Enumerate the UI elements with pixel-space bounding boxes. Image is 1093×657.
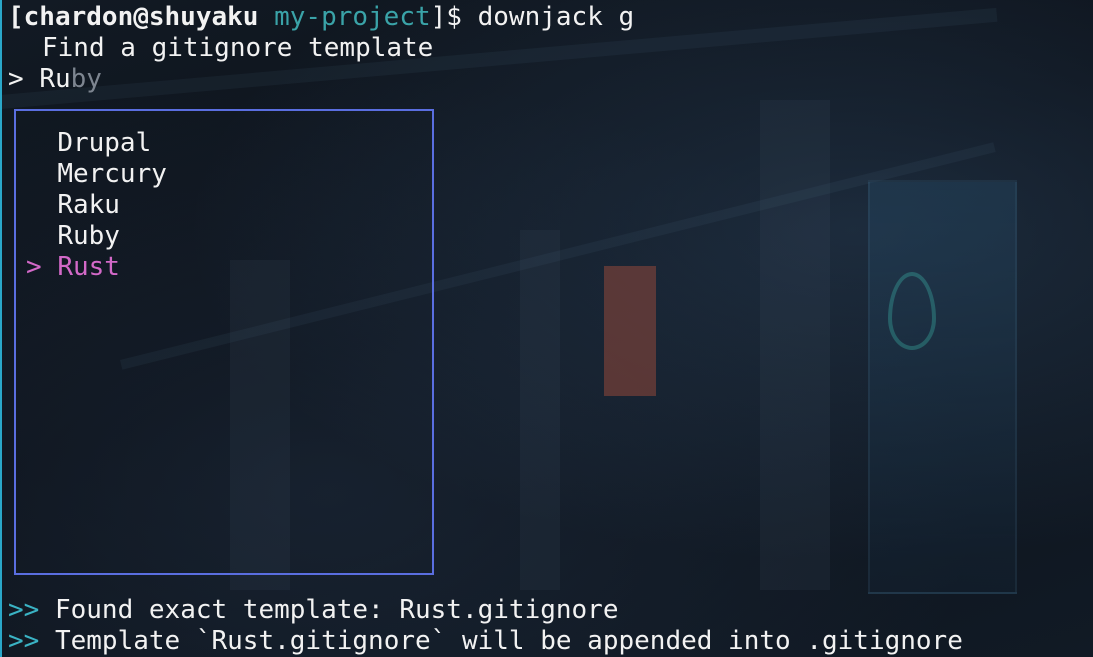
list-item-selected[interactable]: > Rust bbox=[26, 252, 120, 283]
output-prefix: >> bbox=[8, 595, 40, 625]
list-item[interactable]: Ruby bbox=[26, 221, 120, 252]
prompt-command: downjack g bbox=[477, 2, 635, 32]
query-typed-text: Ru bbox=[39, 64, 71, 94]
prompt-user-host: [chardon@shuyaku bbox=[8, 2, 259, 32]
prompt-suffix: ]$ bbox=[430, 2, 478, 32]
list-item[interactable]: Drupal bbox=[26, 128, 151, 159]
list-item[interactable]: Mercury bbox=[26, 159, 167, 190]
selected-marker: > bbox=[26, 252, 42, 282]
query-marker: > bbox=[8, 64, 24, 94]
output-prefix: >> bbox=[8, 626, 40, 656]
prompt-directory: my-project bbox=[274, 2, 431, 32]
list-item[interactable]: Raku bbox=[26, 190, 120, 221]
output-line: >> Template `Rust.gitignore` will be app… bbox=[8, 626, 963, 656]
finder-query-input[interactable]: > Ruby bbox=[8, 64, 102, 95]
terminal-window[interactable]: [chardon@shuyaku my-project]$ downjack g… bbox=[0, 0, 1093, 657]
output-line: >> Found exact template: Rust.gitignore bbox=[8, 595, 619, 625]
query-suggestion-text: by bbox=[70, 64, 102, 94]
shell-prompt-line: [chardon@shuyaku my-project]$ downjack g bbox=[8, 2, 634, 33]
template-list[interactable]: Drupal Mercury Raku Ruby > Rust bbox=[14, 109, 434, 575]
window-edge bbox=[0, 0, 2, 657]
finder-title: Find a gitignore template bbox=[42, 33, 434, 63]
